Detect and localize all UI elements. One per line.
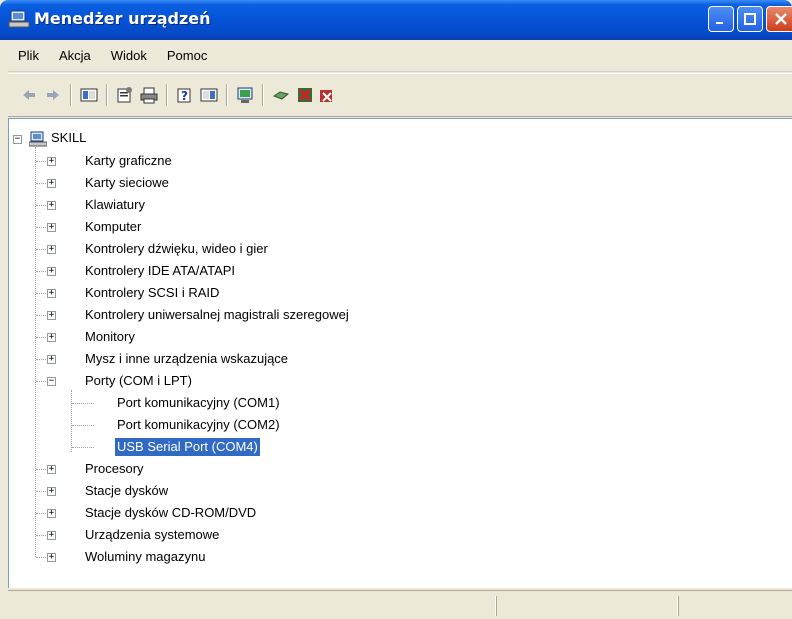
collapse-toggle[interactable]: − <box>47 377 56 386</box>
maximize-icon <box>744 13 756 25</box>
network-card-icon <box>63 175 81 191</box>
tree-item-label[interactable]: Port komunikacyjny (COM2) <box>115 416 282 434</box>
device-tree[interactable]: − SKILL + Karty graficzne + Karty sieciowe +… <box>8 118 792 588</box>
expand-toggle[interactable]: + <box>47 531 56 540</box>
properties-icon[interactable] <box>116 86 134 104</box>
expand-toggle[interactable]: + <box>47 509 56 518</box>
toolbar-separator <box>70 84 71 106</box>
tree-item-label[interactable]: Port komunikacyjny (COM1) <box>115 394 282 412</box>
expand-toggle[interactable]: + <box>47 355 56 364</box>
uninstall-device-icon[interactable] <box>318 86 336 104</box>
expand-toggle[interactable]: + <box>47 333 56 342</box>
menu-help[interactable]: Pomoc <box>165 46 209 65</box>
expand-toggle[interactable]: + <box>47 465 56 474</box>
tree-item-label[interactable]: Porty (COM i LPT) <box>83 372 194 390</box>
show-hide-tree-icon[interactable] <box>80 86 98 104</box>
expand-toggle[interactable]: + <box>47 267 56 276</box>
tree-item-label[interactable]: Procesory <box>83 460 146 478</box>
port-icon <box>95 417 113 433</box>
tree-item-label[interactable]: Urządzenia systemowe <box>83 526 221 544</box>
help-icon[interactable]: ? <box>176 86 194 104</box>
port-icon <box>63 373 81 389</box>
display-adapter-icon <box>63 153 81 169</box>
tree-item-label[interactable]: Komputer <box>83 218 143 236</box>
port-icon <box>95 395 113 411</box>
computer-icon <box>63 219 81 235</box>
menu-file[interactable]: Plik <box>16 46 41 65</box>
toolbar: ? <box>8 73 792 117</box>
minimize-button[interactable] <box>708 6 734 32</box>
expand-toggle[interactable]: + <box>47 487 56 496</box>
toolbar-separator <box>262 84 263 106</box>
expand-toggle[interactable]: + <box>47 201 56 210</box>
tree-item-label[interactable]: Klawiatury <box>83 196 147 214</box>
tree-connector <box>71 390 72 452</box>
system-devices-icon <box>63 527 81 543</box>
expand-toggle[interactable]: + <box>47 289 56 298</box>
sound-icon <box>63 241 81 257</box>
update-driver-icon[interactable] <box>272 86 290 104</box>
tree-connector <box>72 425 94 426</box>
tree-connector <box>72 403 94 404</box>
device-manager-window: Menedżer urządzeń Plik Akcja Widok Pomoc… <box>0 0 792 619</box>
storage-volume-icon <box>63 549 81 565</box>
tree-item-label[interactable]: Kontrolery IDE ATA/ATAPI <box>83 262 237 280</box>
expand-toggle[interactable]: + <box>47 223 56 232</box>
status-bar <box>8 590 792 619</box>
tree-connector <box>35 147 36 557</box>
menu-action[interactable]: Akcja <box>57 46 93 65</box>
tree-item-selected[interactable]: USB Serial Port (COM4) <box>115 438 260 456</box>
tree-item-label[interactable]: Mysz i inne urządzenia wskazujące <box>83 350 290 368</box>
toolbar-separator <box>226 84 227 106</box>
tree-connector <box>72 447 94 448</box>
title-bar[interactable]: Menedżer urządzeń <box>0 0 792 40</box>
forward-arrow-icon[interactable] <box>44 86 62 104</box>
show-hide-panel-icon[interactable] <box>200 86 218 104</box>
tree-item-label[interactable]: Kontrolery dźwięku, wideo i gier <box>83 240 270 258</box>
print-icon[interactable] <box>140 86 158 104</box>
expand-toggle[interactable]: + <box>47 157 56 166</box>
tree-item-label[interactable]: Stacje dysków CD-ROM/DVD <box>83 504 258 522</box>
port-icon <box>95 439 113 455</box>
processor-icon <box>63 461 81 477</box>
expand-toggle[interactable]: + <box>47 311 56 320</box>
scan-hardware-icon[interactable] <box>236 86 254 104</box>
expand-toggle[interactable]: + <box>47 179 56 188</box>
expand-toggle[interactable]: + <box>47 553 56 562</box>
disk-drive-icon <box>63 483 81 499</box>
window-title: Menedżer urządzeń <box>34 9 211 28</box>
scsi-icon <box>63 285 81 301</box>
disable-device-icon[interactable] <box>296 86 314 104</box>
minimize-icon <box>716 22 723 24</box>
status-separator <box>678 596 679 616</box>
ide-controller-icon <box>63 263 81 279</box>
toolbar-separator <box>106 84 107 106</box>
mouse-icon <box>63 351 81 367</box>
tree-item-label[interactable]: Karty sieciowe <box>83 174 171 192</box>
close-icon <box>775 13 787 25</box>
tree-item-label[interactable]: Stacje dysków <box>83 482 170 500</box>
tree-item-label[interactable]: Woluminy magazynu <box>83 548 207 566</box>
computer-icon <box>29 131 47 147</box>
toolbar-separator <box>166 84 167 106</box>
device-manager-icon <box>8 10 30 28</box>
menu-view[interactable]: Widok <box>109 46 149 65</box>
tree-item-label[interactable]: Monitory <box>83 328 137 346</box>
close-button[interactable] <box>766 6 792 32</box>
tree-item-label[interactable]: Karty graficzne <box>83 152 174 170</box>
svg-text:?: ? <box>181 89 188 103</box>
tree-item-label[interactable]: Kontrolery SCSI i RAID <box>83 284 221 302</box>
collapse-toggle[interactable]: − <box>13 135 22 144</box>
usb-icon <box>63 307 81 323</box>
expand-toggle[interactable]: + <box>47 245 56 254</box>
monitor-icon <box>63 329 81 345</box>
tree-root-label[interactable]: SKILL <box>49 129 88 147</box>
tree-item-label[interactable]: Kontrolery uniwersalnej magistrali szere… <box>83 306 351 324</box>
keyboard-icon <box>63 197 81 213</box>
menu-bar: Plik Akcja Widok Pomoc <box>8 40 792 72</box>
maximize-button[interactable] <box>737 6 763 32</box>
back-arrow-icon[interactable] <box>20 86 38 104</box>
cdrom-icon <box>63 505 81 521</box>
status-separator <box>496 596 497 616</box>
